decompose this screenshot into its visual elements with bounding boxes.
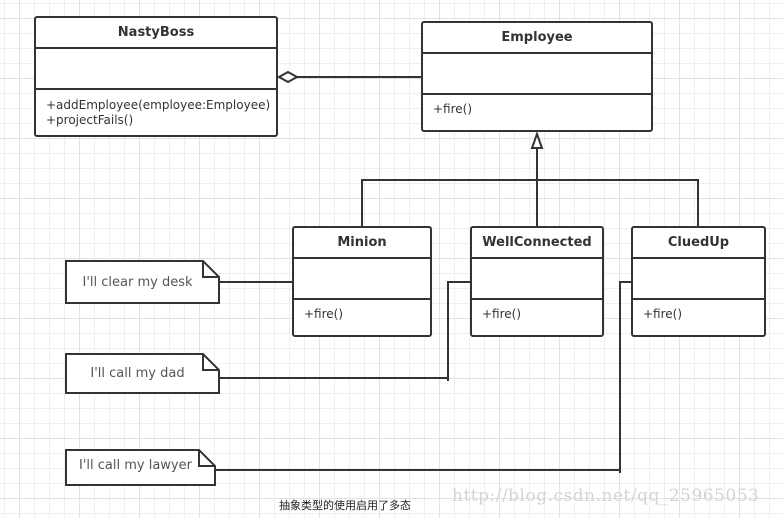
note-text: I'll call my dad [90,366,185,381]
class-wellconnected[interactable]: WellConnected +fire() [470,226,604,337]
class-nastyboss[interactable]: NastyBoss +addEmployee(employee:Employee… [34,16,278,137]
class-attributes [294,259,430,300]
class-operations: +fire() [423,95,651,117]
class-cluedup[interactable]: CluedUp +fire() [631,226,766,337]
operation: +fire() [304,307,344,321]
aggregation-diamond-icon [276,70,300,84]
class-name: Employee [423,23,651,54]
note-text: I'll clear my desk [82,274,193,290]
class-attributes [423,54,651,95]
generalization-branch [361,179,699,228]
class-name: NastyBoss [36,18,276,49]
class-operations: +fire() [294,300,430,322]
class-attributes [633,259,764,300]
class-name: CluedUp [633,228,764,259]
class-minion[interactable]: Minion +fire() [292,226,432,337]
operation: +fire() [433,102,473,116]
note-minion[interactable]: I'll clear my desk [65,260,220,304]
class-employee[interactable]: Employee +fire() [421,21,653,132]
class-name: WellConnected [472,228,602,259]
operation: +projectFails() [46,113,134,127]
class-name: Minion [294,228,430,259]
class-attributes [36,49,276,90]
note-cluedup[interactable]: I'll call my lawyer [65,449,216,486]
watermark: http://blog.csdn.net/qq_25965053 [452,486,760,506]
operation: +fire() [643,307,683,321]
note-wellconnected[interactable]: I'll call my dad [65,353,220,394]
class-operations: +fire() [633,300,764,322]
operation: +addEmployee(employee:Employee) [46,98,271,112]
class-operations: +fire() [472,300,602,322]
class-operations: +addEmployee(employee:Employee) +project… [36,90,276,128]
diagram-caption: 抽象类型的使用启用了多态 [279,499,411,512]
note-text: I'll call my lawyer [79,458,192,473]
generalization-arrow-icon [530,131,544,149]
class-attributes [472,259,602,300]
operation: +fire() [482,307,522,321]
